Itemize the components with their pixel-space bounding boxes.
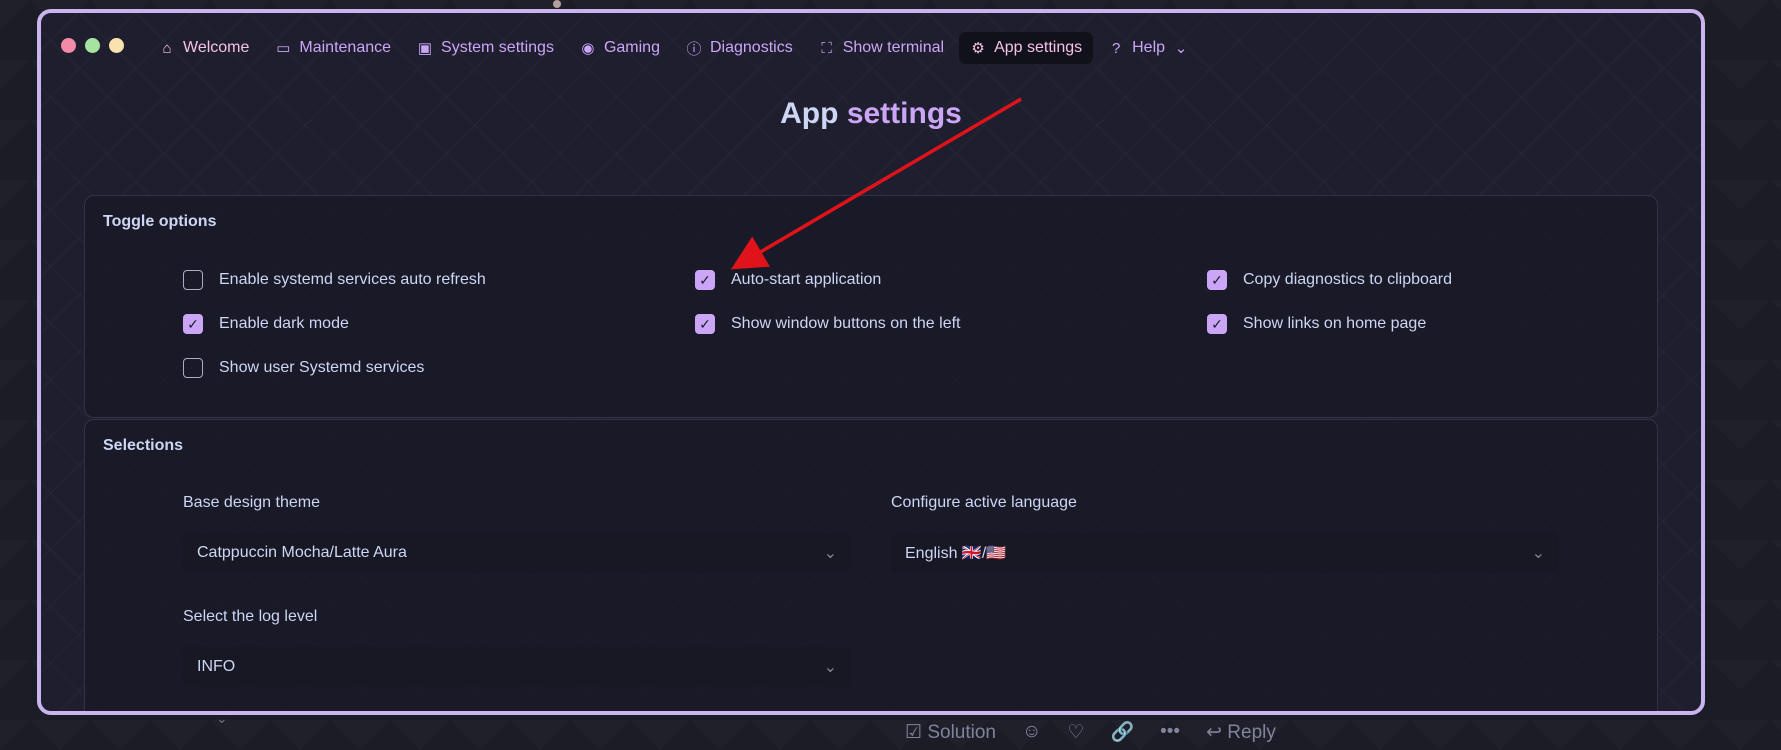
checkbox[interactable] — [183, 358, 203, 378]
checkbox[interactable]: ✓ — [1207, 314, 1227, 334]
selections-heading: Selections — [103, 437, 184, 454]
option-label: Enable systemd services auto refresh — [219, 271, 486, 288]
chevron-down-icon: ⌄ — [823, 659, 837, 676]
post-action-bar: ☑ Solution ☺ ♡ 🔗 ••• ↩ Reply — [905, 720, 1276, 744]
chevron-down-icon: ⌄ — [216, 710, 228, 726]
checkbox-icon: ☑ — [905, 721, 923, 743]
tab-diagnostics[interactable]: ⓘ Diagnostics — [675, 32, 804, 64]
heart-icon[interactable]: ♡ — [1067, 721, 1084, 744]
tab-app-settings[interactable]: ⚙ App settings — [959, 32, 1094, 64]
option-label: Auto-start application — [731, 271, 882, 288]
fullscreen-icon: ⛶ — [821, 39, 832, 57]
header-bar: ⌂ Welcome ▭ Maintenance ▣ System setting… — [41, 13, 1701, 83]
option-label: Show user Systemd services — [219, 359, 425, 376]
check-icon: ✓ — [1211, 271, 1223, 288]
option-label: Enable dark mode — [219, 315, 349, 332]
gear-icon: ⚙ — [971, 40, 985, 57]
tab-label: Diagnostics — [709, 39, 793, 56]
log-level-select[interactable]: INFO ⌄ — [183, 647, 851, 687]
language-select[interactable]: English 🇬🇧/🇺🇸 ⌄ — [891, 533, 1559, 573]
option-label: Show window buttons on the left — [731, 315, 961, 332]
more-icon[interactable]: ••• — [1160, 721, 1180, 743]
option-copy-diagnostics[interactable]: ✓ Copy diagnostics to clipboard — [1207, 270, 1452, 290]
toggle-options-heading: Toggle options — [103, 213, 217, 230]
option-label: Copy diagnostics to clipboard — [1243, 271, 1453, 288]
language-value: English 🇬🇧/🇺🇸 — [905, 545, 1007, 562]
tab-help[interactable]: ? Help ⌄ — [1097, 32, 1200, 64]
window-controls — [61, 38, 124, 53]
app-window: ⌂ Welcome ▭ Maintenance ▣ System setting… — [37, 9, 1705, 715]
help-circle-icon: ? — [1111, 39, 1121, 57]
tab-system-settings[interactable]: ▣ System settings — [406, 32, 565, 64]
link-icon[interactable]: 🔗 — [1110, 720, 1134, 744]
reply-label: Reply — [1227, 721, 1276, 743]
play-circle-icon: ◉ — [581, 40, 595, 57]
language-label: Configure active language — [891, 494, 1077, 511]
reply-button[interactable]: ↩ Reply — [1206, 721, 1276, 744]
option-window-buttons-left[interactable]: ✓ Show window buttons on the left — [695, 314, 960, 334]
option-systemd-auto-refresh[interactable]: Enable systemd services auto refresh — [183, 270, 486, 290]
tab-label: App settings — [994, 39, 1083, 56]
option-dark-mode[interactable]: ✓ Enable dark mode — [183, 314, 349, 334]
close-window-button[interactable] — [61, 38, 76, 53]
home-icon: ⌂ — [162, 39, 172, 57]
emoji-icon[interactable]: ☺ — [1022, 721, 1041, 743]
log-level-value: INFO — [197, 658, 236, 675]
solution-label: Solution — [927, 721, 996, 743]
tab-maintenance[interactable]: ▭ Maintenance — [264, 32, 402, 64]
tab-show-terminal[interactable]: ⛶ Show terminal — [808, 32, 955, 64]
theme-select[interactable]: Catppuccin Mocha/Latte Aura ⌄ — [183, 533, 851, 573]
avatar-fragment — [553, 0, 561, 8]
chevron-down-icon: ⌄ — [1531, 545, 1545, 562]
info-icon: ⓘ — [686, 40, 702, 58]
log-level-label: Select the log level — [183, 608, 318, 625]
page-title-main: App — [780, 97, 839, 130]
tab-label: Show terminal — [842, 39, 945, 56]
monitor-icon: ▭ — [276, 40, 291, 57]
selections-panel: Selections Base design theme Catppuccin … — [84, 419, 1658, 711]
checkbox[interactable]: ✓ — [695, 314, 715, 334]
tab-label: Help — [1132, 39, 1166, 56]
checkbox[interactable]: ✓ — [183, 314, 203, 334]
maximize-window-button[interactable] — [85, 38, 100, 53]
solution-button[interactable]: ☑ Solution — [905, 721, 996, 744]
tab-label: Gaming — [603, 39, 660, 56]
nav-tabs: ⌂ Welcome ▭ Maintenance ▣ System setting… — [148, 32, 1200, 64]
tab-gaming[interactable]: ◉ Gaming — [569, 32, 671, 64]
minimize-window-button[interactable] — [109, 38, 124, 53]
page-title: App settings — [41, 97, 1701, 131]
page-title-accent: settings — [846, 97, 962, 130]
theme-value: Catppuccin Mocha/Latte Aura — [197, 544, 407, 561]
tab-welcome[interactable]: ⌂ Welcome — [148, 32, 260, 64]
checkbox[interactable]: ✓ — [695, 270, 715, 290]
check-icon: ✓ — [1211, 315, 1223, 332]
toggle-options-panel: Toggle options Enable systemd services a… — [84, 195, 1658, 418]
chevron-down-icon: ⌄ — [823, 545, 837, 562]
option-links-home-page[interactable]: ✓ Show links on home page — [1207, 314, 1426, 334]
tab-label: System settings — [441, 39, 554, 56]
check-icon: ✓ — [187, 315, 199, 332]
option-user-systemd-services[interactable]: Show user Systemd services — [183, 358, 424, 378]
tab-label: Maintenance — [299, 39, 392, 56]
reply-icon: ↩ — [1206, 721, 1223, 743]
check-icon: ✓ — [699, 315, 711, 332]
chevron-down-icon: ⌄ — [1174, 40, 1188, 57]
option-label: Show links on home page — [1243, 315, 1427, 332]
cpu-icon: ▣ — [417, 40, 433, 57]
check-icon: ✓ — [699, 271, 711, 288]
option-auto-start[interactable]: ✓ Auto-start application — [695, 270, 881, 290]
theme-label: Base design theme — [183, 494, 320, 511]
checkbox[interactable]: ✓ — [1207, 270, 1227, 290]
tab-label: Welcome — [183, 39, 250, 56]
checkbox[interactable] — [183, 270, 203, 290]
